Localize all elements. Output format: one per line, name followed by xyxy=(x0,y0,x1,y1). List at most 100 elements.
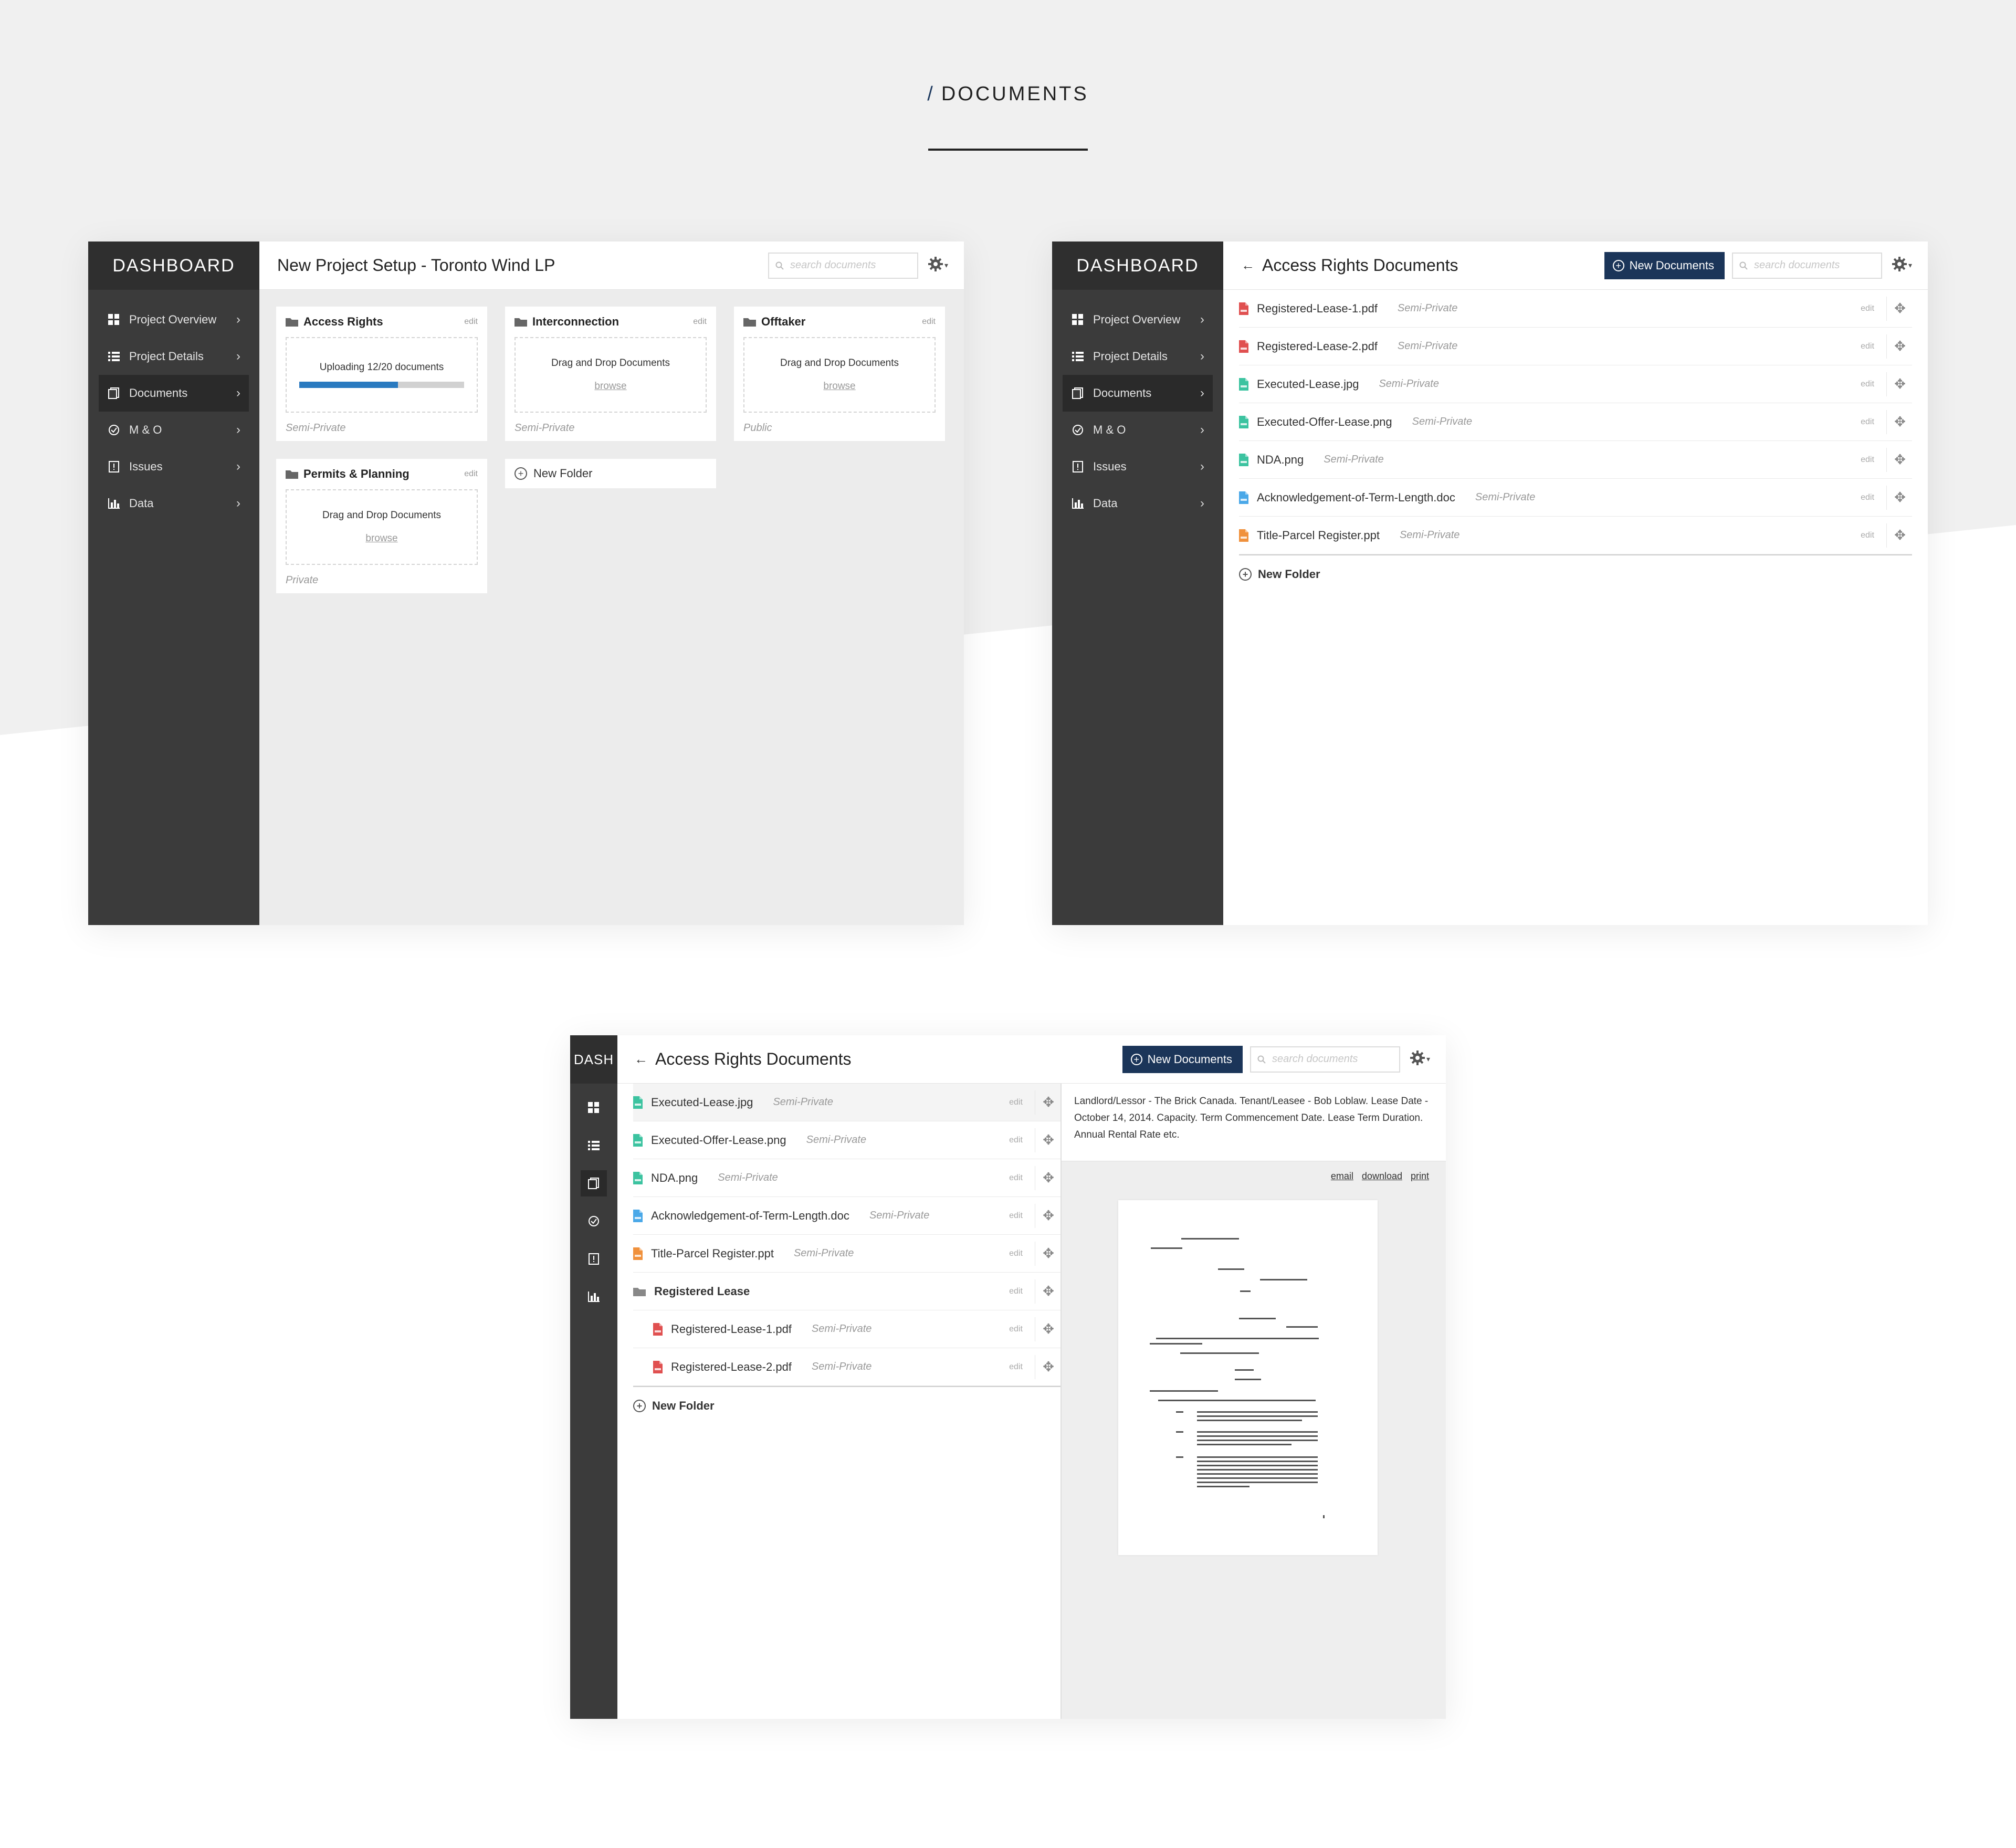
file-row[interactable]: Registered-Lease-1.pdf Semi-Private edit ✥ xyxy=(1239,290,1912,328)
settings-menu[interactable]: ▾ xyxy=(1410,1050,1430,1068)
browse-link[interactable]: browse xyxy=(365,533,397,544)
move-handle-icon[interactable]: ✥ xyxy=(1041,1283,1056,1299)
sidebar-icon-data[interactable] xyxy=(570,1278,617,1316)
file-row[interactable]: Title-Parcel Register.ppt Semi-Private edi… xyxy=(633,1235,1060,1273)
upload-zone[interactable]: Uploading 12/20 documents xyxy=(286,337,478,413)
sidebar-brand[interactable]: DASHBOARD xyxy=(88,242,259,290)
sidebar-item-project-overview[interactable]: Project Overview › xyxy=(99,301,249,338)
edit-link[interactable]: edit xyxy=(1002,1173,1030,1183)
search-input[interactable]: search documents xyxy=(768,252,918,279)
print-link[interactable]: print xyxy=(1411,1171,1429,1182)
drop-zone[interactable]: Drag and Drop Documents browse xyxy=(286,489,478,565)
sidebar-item-issues[interactable]: Issues › xyxy=(99,448,249,485)
file-row[interactable]: NDA.png Semi-Private edit ✥ xyxy=(633,1159,1060,1197)
file-row[interactable]: Title-Parcel Register.ppt Semi-Private edi… xyxy=(1239,517,1912,554)
edit-link[interactable]: edit xyxy=(1854,304,1881,313)
back-arrow-icon[interactable]: ← xyxy=(1241,257,1255,274)
search-input[interactable]: search documents xyxy=(1731,252,1882,279)
edit-link[interactable]: edit xyxy=(1002,1287,1030,1296)
sidebar-item-m-and-o[interactable]: M & O › xyxy=(1063,412,1213,448)
move-handle-icon[interactable]: ✥ xyxy=(1892,489,1908,506)
image-file-icon xyxy=(1239,377,1248,391)
sidebar-item-documents[interactable]: Documents › xyxy=(1063,375,1213,412)
folder-card-offtaker[interactable]: Offtaker edit Drag and Drop Documents brow… xyxy=(734,307,945,441)
file-row[interactable]: Executed-Lease.jpg Semi-Private edit ✥ xyxy=(633,1084,1060,1121)
folder-card-access-rights[interactable]: Access Rights edit Uploading 12/20 docume… xyxy=(276,307,487,441)
file-row[interactable]: Executed-Lease.jpg Semi-Private edit ✥ xyxy=(1239,365,1912,403)
edit-link[interactable]: edit xyxy=(693,317,707,327)
edit-link[interactable]: edit xyxy=(464,469,478,479)
sidebar-brand[interactable]: DASHBOARD xyxy=(1052,242,1223,290)
edit-link[interactable]: edit xyxy=(1002,1362,1030,1372)
sidebar-item-issues[interactable]: Issues › xyxy=(1063,448,1213,485)
sidebar-item-project-details[interactable]: Project Details › xyxy=(99,338,249,375)
move-handle-icon[interactable]: ✥ xyxy=(1041,1245,1056,1262)
edit-link[interactable]: edit xyxy=(1854,455,1881,465)
move-handle-icon[interactable]: ✥ xyxy=(1041,1321,1056,1337)
sidebar-item-project-overview[interactable]: Project Overview › xyxy=(1063,301,1213,338)
sidebar-icon-issues[interactable] xyxy=(570,1240,617,1278)
file-row[interactable]: Acknowledgement-of-Term-Length.doc Semi-P… xyxy=(633,1197,1060,1235)
folder-row-registered-lease[interactable]: Registered Lease edit ✥ xyxy=(633,1273,1060,1310)
edit-link[interactable]: edit xyxy=(1002,1136,1030,1145)
edit-link[interactable]: edit xyxy=(1854,531,1881,540)
chevron-right-icon: › xyxy=(1200,312,1204,327)
edit-link[interactable]: edit xyxy=(1854,417,1881,427)
move-handle-icon[interactable]: ✥ xyxy=(1892,414,1908,430)
new-folder-button[interactable]: + New Folder xyxy=(1239,555,1912,593)
sidebar-item-data[interactable]: Data › xyxy=(99,485,249,522)
drop-zone[interactable]: Drag and Drop Documents browse xyxy=(743,337,936,413)
edit-link[interactable]: edit xyxy=(1854,493,1881,502)
sidebar-icon-project-details[interactable] xyxy=(570,1127,617,1164)
edit-link[interactable]: edit xyxy=(1854,380,1881,389)
move-handle-icon[interactable]: ✥ xyxy=(1041,1359,1056,1375)
new-folder-button[interactable]: + New Folder xyxy=(505,459,716,488)
browse-link[interactable]: browse xyxy=(594,381,626,392)
search-input[interactable]: search documents xyxy=(1250,1046,1400,1073)
file-row[interactable]: Registered-Lease-1.pdf Semi-Private edit ✥ xyxy=(633,1310,1060,1348)
edit-link[interactable]: edit xyxy=(1002,1211,1030,1221)
move-handle-icon[interactable]: ✥ xyxy=(1041,1094,1056,1110)
sidebar-icon-m-and-o[interactable] xyxy=(570,1202,617,1240)
move-handle-icon[interactable]: ✥ xyxy=(1892,376,1908,392)
new-documents-button[interactable]: + New Documents xyxy=(1604,251,1725,279)
download-link[interactable]: download xyxy=(1362,1171,1402,1182)
back-arrow-icon[interactable]: ← xyxy=(634,1051,648,1067)
sidebar-brand-short[interactable]: DASH xyxy=(570,1035,617,1084)
move-handle-icon[interactable]: ✥ xyxy=(1041,1208,1056,1224)
move-handle-icon[interactable]: ✥ xyxy=(1892,300,1908,317)
edit-link[interactable]: edit xyxy=(1002,1098,1030,1107)
sidebar-icon-project-overview[interactable] xyxy=(570,1089,617,1127)
folder-card-interconnection[interactable]: Interconnection edit Drag and Drop Docume… xyxy=(505,307,716,441)
file-row[interactable]: Registered-Lease-2.pdf Semi-Private edit ✥ xyxy=(633,1348,1060,1386)
sidebar-item-m-and-o[interactable]: M & O › xyxy=(99,412,249,448)
drop-zone[interactable]: Drag and Drop Documents browse xyxy=(514,337,707,413)
edit-link[interactable]: edit xyxy=(1854,342,1881,351)
email-link[interactable]: email xyxy=(1331,1171,1353,1182)
edit-link[interactable]: edit xyxy=(922,317,936,327)
move-handle-icon[interactable]: ✥ xyxy=(1041,1170,1056,1186)
edit-link[interactable]: edit xyxy=(1002,1249,1030,1258)
settings-menu[interactable]: ▾ xyxy=(1892,256,1912,275)
file-row[interactable]: Executed-Offer-Lease.png Semi-Private edit… xyxy=(1239,403,1912,441)
file-row[interactable]: Registered-Lease-2.pdf Semi-Private edit ✥ xyxy=(1239,328,1912,365)
move-handle-icon[interactable]: ✥ xyxy=(1892,527,1908,543)
page-header: / DOCUMENTS xyxy=(0,83,2016,151)
settings-menu[interactable]: ▾ xyxy=(928,256,948,275)
new-folder-button[interactable]: + New Folder xyxy=(633,1387,1060,1425)
sidebar-item-data[interactable]: Data › xyxy=(1063,485,1213,522)
file-row[interactable]: NDA.png Semi-Private edit ✥ xyxy=(1239,441,1912,479)
sidebar-item-project-details[interactable]: Project Details › xyxy=(1063,338,1213,375)
sidebar-item-documents[interactable]: Documents › xyxy=(99,375,249,412)
file-row[interactable]: Acknowledgement-of-Term-Length.doc Semi-P… xyxy=(1239,479,1912,517)
browse-link[interactable]: browse xyxy=(823,381,855,392)
move-handle-icon[interactable]: ✥ xyxy=(1892,338,1908,354)
sidebar-icon-documents[interactable] xyxy=(570,1164,617,1202)
edit-link[interactable]: edit xyxy=(1002,1325,1030,1334)
edit-link[interactable]: edit xyxy=(464,317,478,327)
move-handle-icon[interactable]: ✥ xyxy=(1041,1132,1056,1148)
move-handle-icon[interactable]: ✥ xyxy=(1892,452,1908,468)
file-row[interactable]: Executed-Offer-Lease.png Semi-Private edit… xyxy=(633,1121,1060,1159)
folder-card-permits-planning[interactable]: Permits & Planning edit Drag and Drop Doc… xyxy=(276,459,487,593)
new-documents-button[interactable]: + New Documents xyxy=(1122,1045,1243,1073)
